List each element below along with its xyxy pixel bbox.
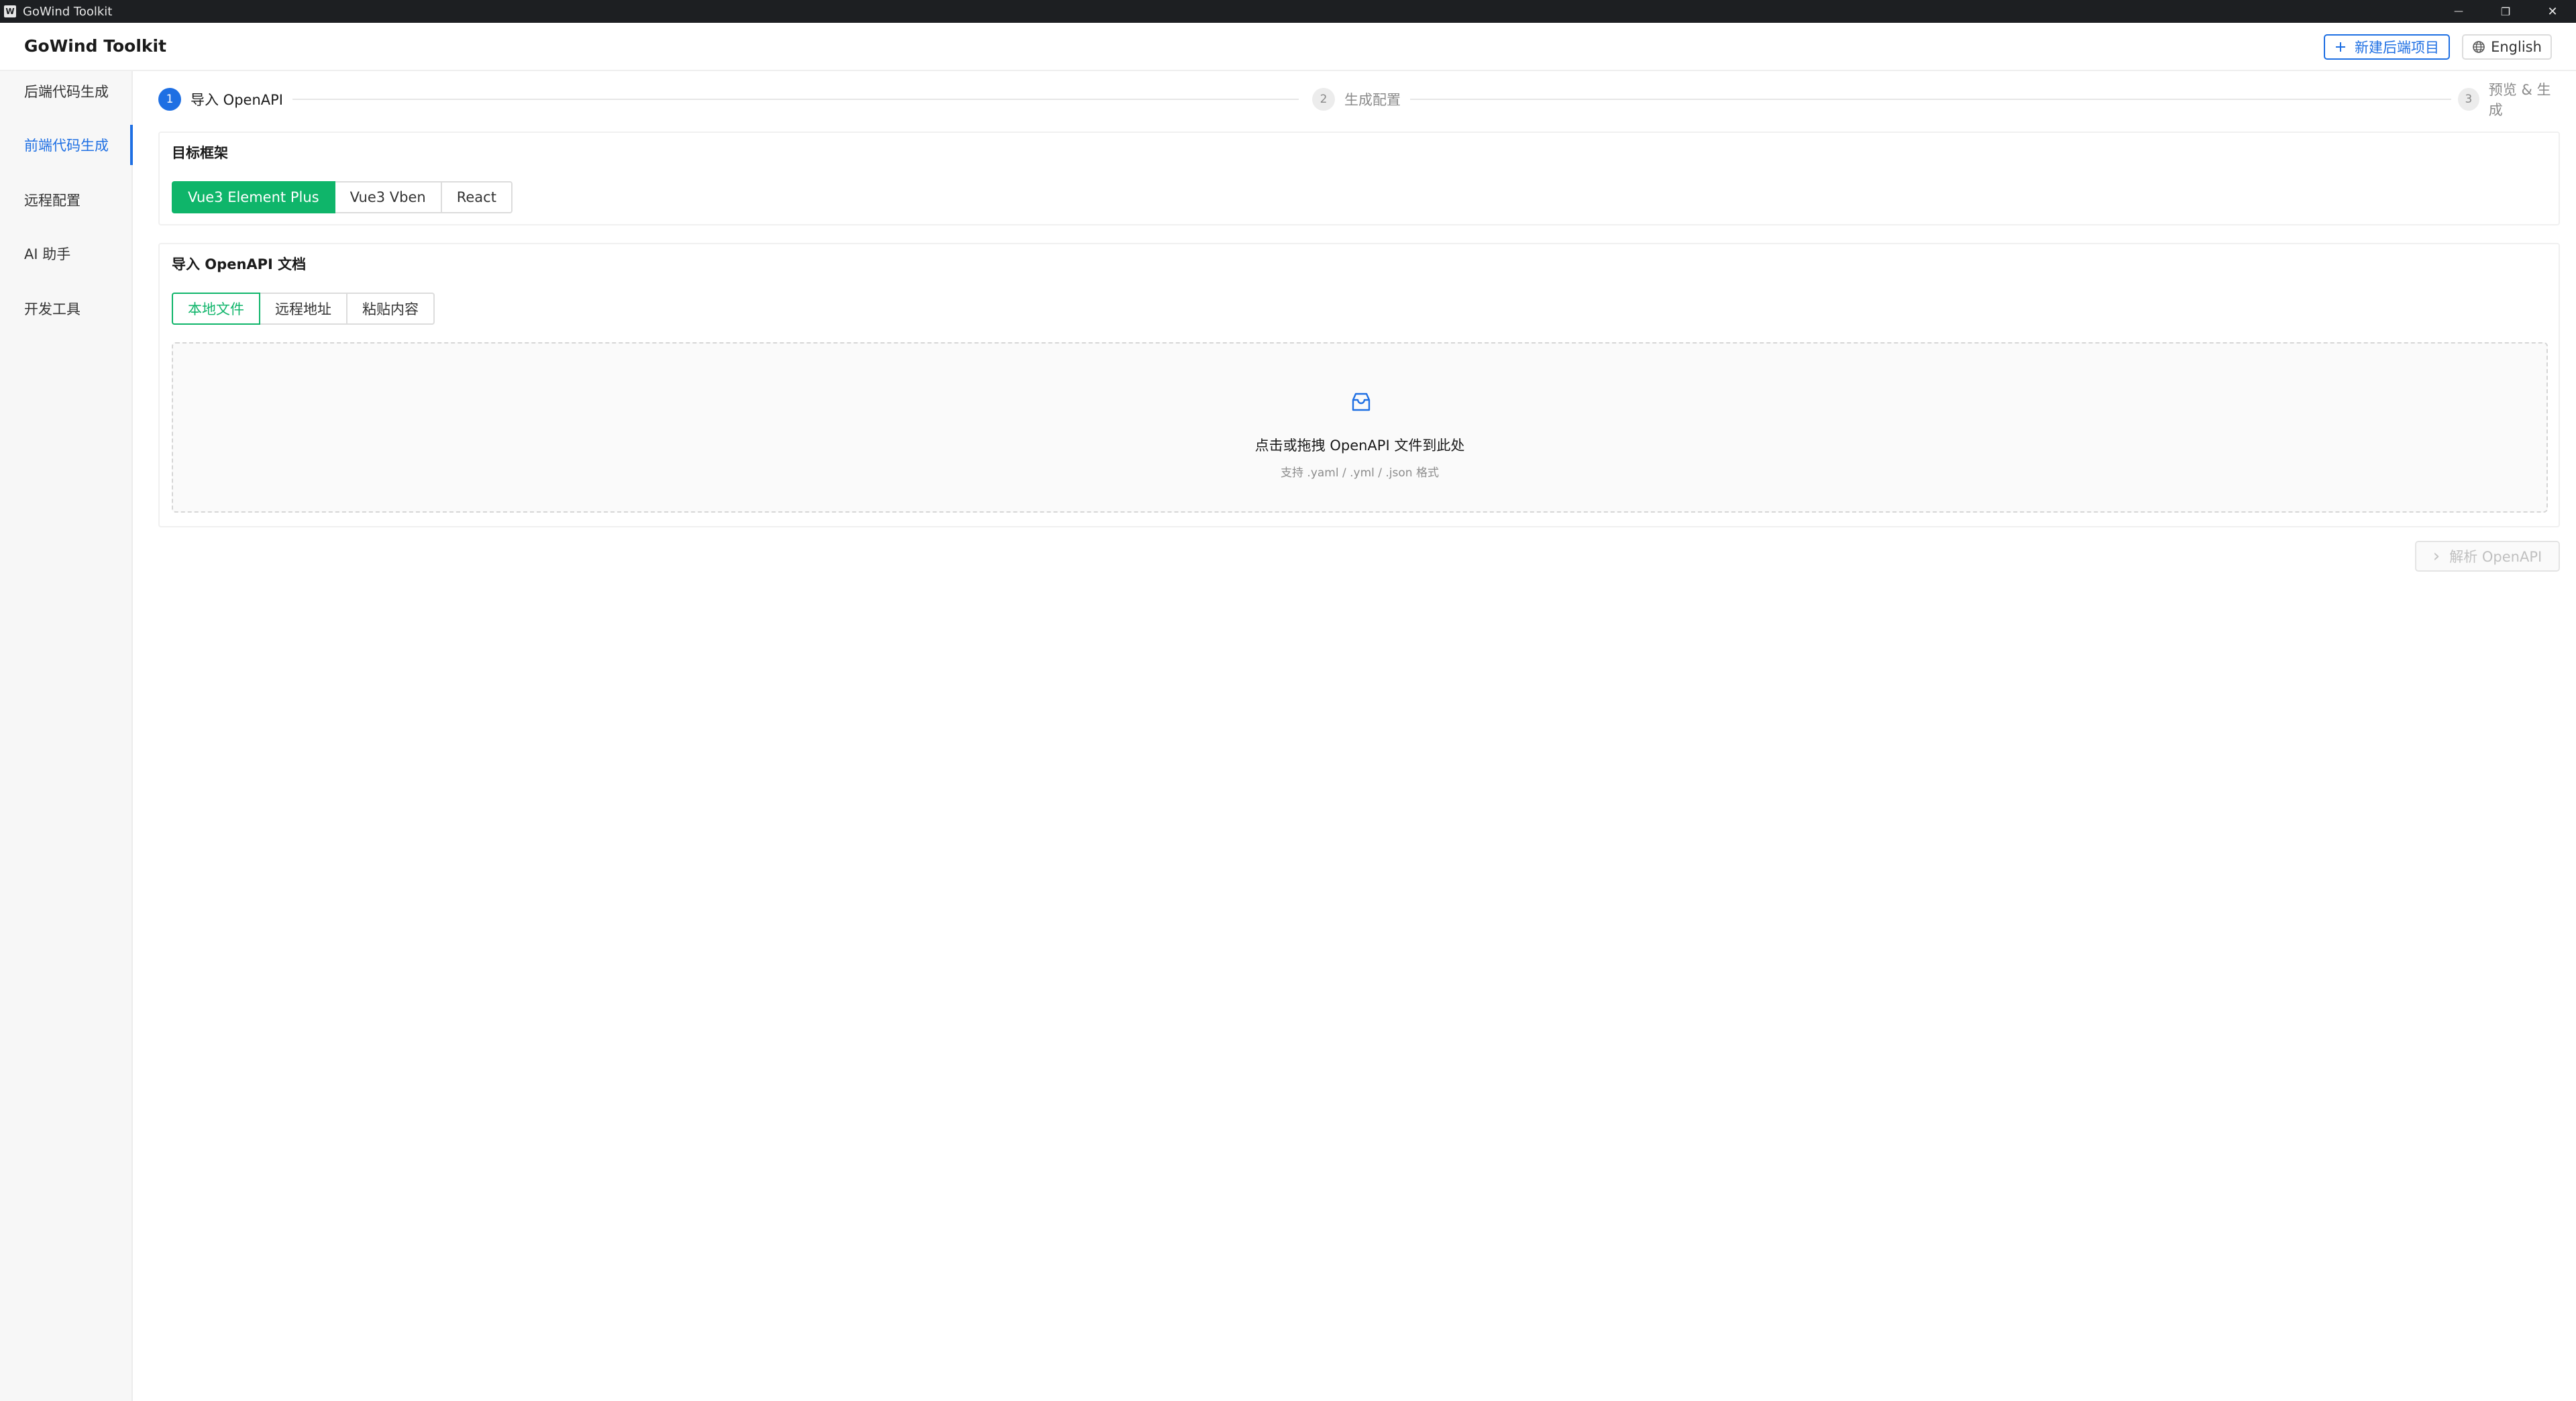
import-source-tabs: 本地文件 远程地址 粘贴内容 — [172, 293, 435, 325]
minimize-icon: — — [2454, 6, 2463, 17]
restore-icon: ❐ — [2500, 5, 2511, 18]
step-preview-generate: 3 预览 & 生成 — [2451, 82, 2560, 118]
close-window-button[interactable]: ✕ — [2529, 0, 2576, 23]
step-label: 生成配置 — [1344, 92, 1401, 108]
sidebar-item-backend-codegen[interactable]: 后端代码生成 — [0, 71, 133, 111]
brand-title: GoWind Toolkit — [24, 36, 167, 56]
restore-button[interactable]: ❐ — [2482, 0, 2529, 23]
sidebar-item-label: AI 助手 — [24, 246, 71, 262]
window-controls: — ❐ ✕ — [2435, 0, 2576, 23]
step-label: 预览 & 生成 — [2488, 82, 2551, 118]
sidebar-item-remote-config[interactable]: 远程配置 — [0, 180, 133, 220]
tab-paste-content[interactable]: 粘贴内容 — [346, 293, 435, 325]
sidebar-item-label: 前端代码生成 — [24, 138, 109, 154]
target-framework-card: 目标框架 Vue3 Element Plus Vue3 Vben React — [158, 132, 2560, 225]
sidebar-item-label: 后端代码生成 — [24, 84, 109, 100]
framework-option-react[interactable]: React — [440, 181, 513, 213]
import-openapi-title: 导入 OpenAPI 文档 — [172, 256, 307, 272]
file-dropzone[interactable]: 点击或拖拽 OpenAPI 文件到此处 支持 .yaml / .yml / .j… — [172, 342, 2548, 513]
import-openapi-card: 导入 OpenAPI 文档 本地文件 远程地址 粘贴内容 点击或拖拽 OpenA… — [158, 243, 2560, 527]
parse-openapi-button[interactable]: › 解析 OpenAPI — [2415, 541, 2560, 572]
tab-remote-url[interactable]: 远程地址 — [259, 293, 347, 325]
step-number: 2 — [1312, 88, 1335, 111]
app-logo-icon: W — [4, 5, 16, 17]
step-label: 导入 OpenAPI — [191, 92, 283, 108]
plus-icon — [2336, 42, 2345, 52]
minimize-button[interactable]: — — [2435, 0, 2482, 23]
chevron-right-icon: › — [2432, 546, 2440, 566]
sidebar: 后端代码生成 前端代码生成 远程配置 AI 助手 开发工具 — [0, 71, 133, 1401]
step-connector — [286, 99, 1299, 100]
globe-icon — [2473, 41, 2485, 53]
window-titlebar: W GoWind Toolkit — ❐ ✕ — [0, 0, 2576, 23]
dropzone-text: 点击或拖拽 OpenAPI 文件到此处 — [1254, 437, 1465, 454]
step-generate-config: 2 生成配置 — [1305, 87, 1410, 111]
new-backend-project-button[interactable]: 新建后端项目 — [2324, 34, 2450, 60]
dropzone-hint: 支持 .yaml / .yml / .json 格式 — [1281, 466, 1439, 480]
language-label: English — [2491, 39, 2542, 55]
framework-option-vue3-vben[interactable]: Vue3 Vben — [333, 181, 442, 213]
step-number: 1 — [158, 88, 181, 111]
sidebar-item-ai-assistant[interactable]: AI 助手 — [0, 234, 133, 274]
step-number: 3 — [2458, 88, 2479, 111]
sidebar-item-frontend-codegen[interactable]: 前端代码生成 — [0, 125, 133, 165]
target-framework-title: 目标框架 — [172, 145, 228, 161]
wizard-steps: 1 导入 OpenAPI 2 生成配置 3 预览 & 生成 — [158, 82, 2560, 118]
sidebar-item-dev-tools[interactable]: 开发工具 — [0, 289, 133, 329]
app-header: GoWind Toolkit 新建后端项目 English — [0, 23, 2576, 71]
framework-option-vue3-element-plus[interactable]: Vue3 Element Plus — [172, 181, 335, 213]
new-backend-project-label: 新建后端项目 — [2355, 40, 2439, 56]
language-switch-button[interactable]: English — [2462, 34, 2552, 60]
window-title: GoWind Toolkit — [23, 4, 113, 19]
sidebar-item-label: 远程配置 — [24, 193, 80, 209]
inbox-icon — [1352, 393, 1371, 411]
step-connector — [1406, 99, 2466, 100]
step-import-openapi: 1 导入 OpenAPI — [158, 87, 292, 111]
close-icon: ✕ — [2547, 4, 2558, 19]
tab-local-file[interactable]: 本地文件 — [172, 293, 260, 325]
sidebar-item-label: 开发工具 — [24, 301, 80, 317]
parse-openapi-label: 解析 OpenAPI — [2449, 549, 2542, 565]
framework-selector: Vue3 Element Plus Vue3 Vben React — [172, 181, 513, 213]
